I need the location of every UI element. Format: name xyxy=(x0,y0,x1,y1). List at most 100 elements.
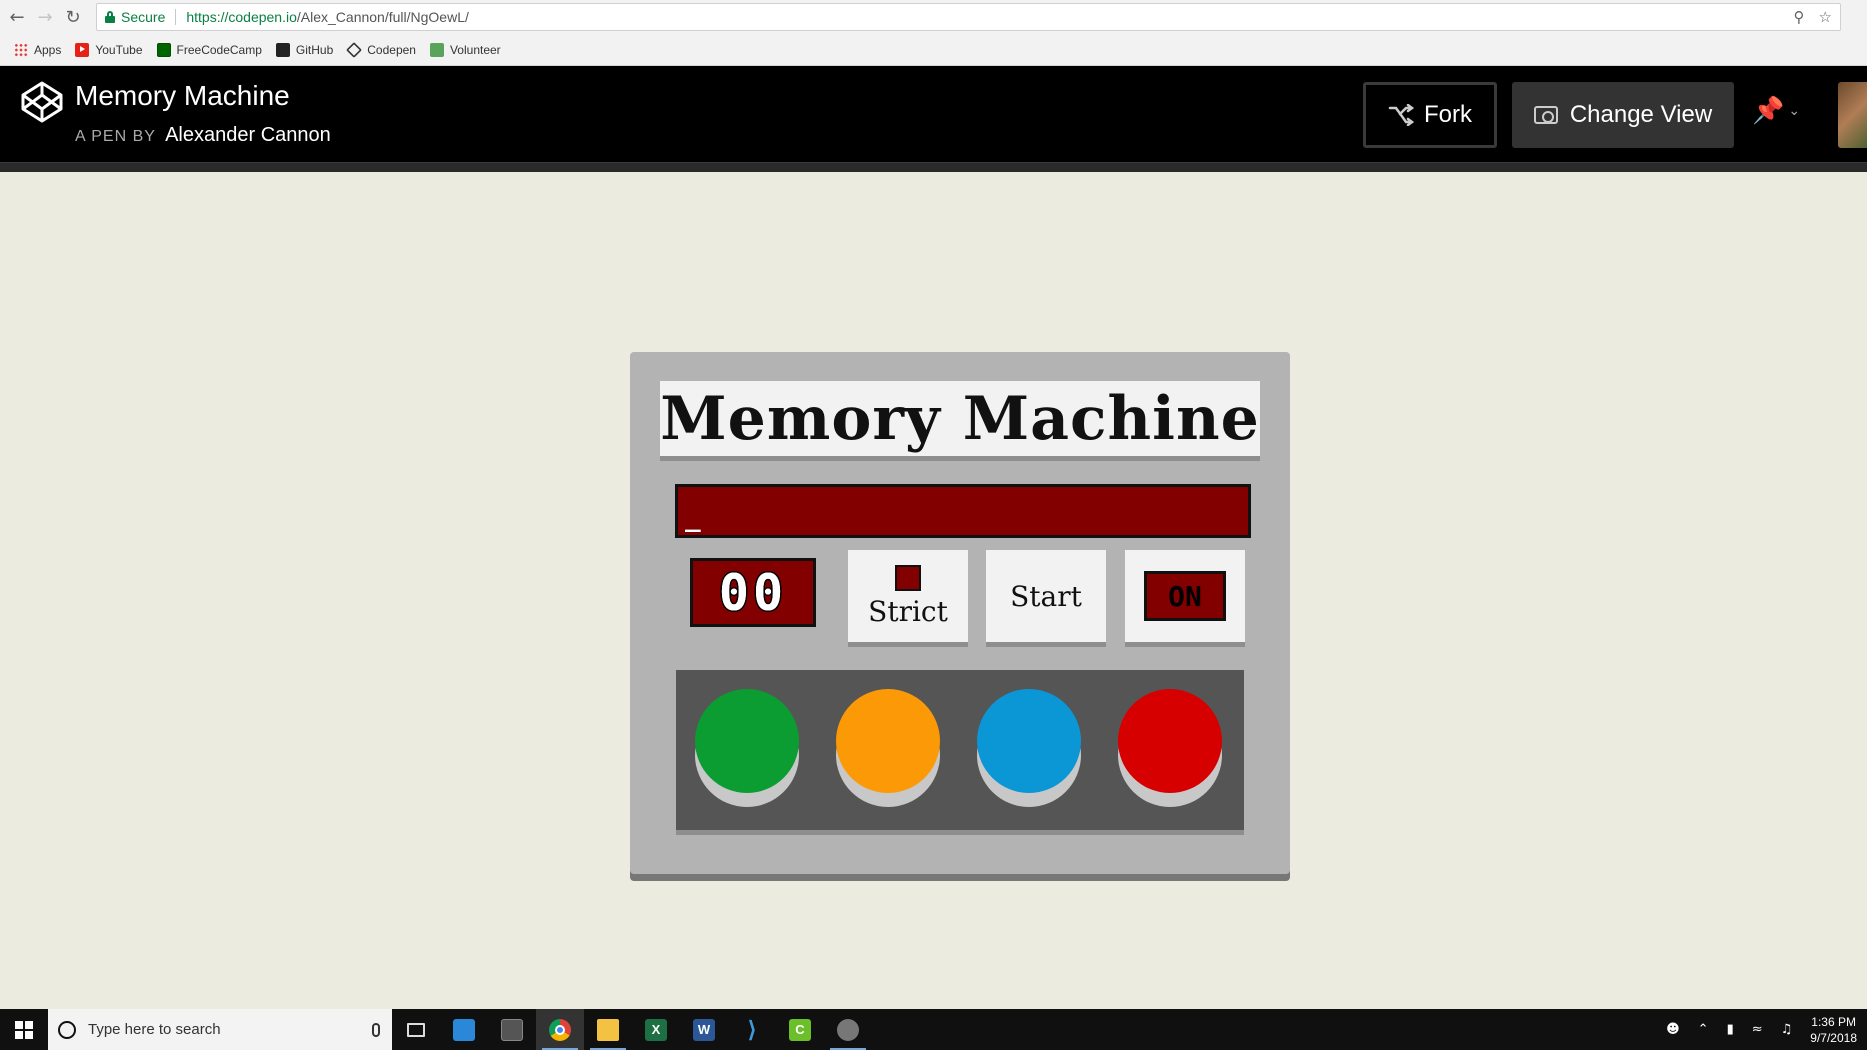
message-display: _ xyxy=(675,484,1251,538)
excel-icon: X xyxy=(645,1018,667,1041)
gimp-app[interactable] xyxy=(824,1009,872,1050)
calculator-icon xyxy=(501,1018,523,1041)
power-button[interactable]: ON xyxy=(1125,550,1245,642)
word-icon: W xyxy=(693,1018,715,1041)
microphone-icon[interactable] xyxy=(372,1022,380,1037)
bookmark-label: Apps xyxy=(34,42,62,57)
chevron-up-icon[interactable]: ⌃ xyxy=(1698,1022,1709,1037)
strict-label: Strict xyxy=(868,594,948,628)
clock-time: 1:36 PM xyxy=(1811,1014,1856,1029)
taskbar-search[interactable]: Type here to search xyxy=(48,1009,392,1050)
fork-button[interactable]: Fork xyxy=(1363,82,1497,148)
people-icon[interactable]: ☻ xyxy=(1666,1022,1680,1037)
pin-menu-button[interactable]: 📌 ⌄ xyxy=(1752,96,1800,126)
start-menu-button[interactable] xyxy=(0,1009,48,1050)
change-view-button[interactable]: Change View xyxy=(1512,82,1734,148)
bookmarks-bar: Apps YouTube FreeCodeCamp GitHub Codepen… xyxy=(0,34,1867,66)
power-indicator: ON xyxy=(1144,571,1226,621)
file-explorer-app[interactable] xyxy=(584,1009,632,1050)
vscode-app[interactable]: ⟩ xyxy=(728,1009,776,1050)
strict-button[interactable]: Strict xyxy=(848,550,968,642)
bookmark-label: FreeCodeCamp xyxy=(176,42,262,57)
codepen-icon xyxy=(346,41,363,58)
codepen-header: Memory Machine A PEN BY Alexander Cannon… xyxy=(0,66,1867,162)
bookmark-label: Codepen xyxy=(367,42,416,57)
bookmark-label: GitHub xyxy=(295,42,334,57)
byline-prefix: A PEN BY xyxy=(75,128,156,145)
strict-indicator-led xyxy=(895,564,921,591)
browser-toolbar: ← → ↻ Secure https://codepen.io/Alex_Can… xyxy=(0,0,1867,34)
system-tray: ☻ ⌃ ▮ ≈ ♫ 1:36 PM 9/7/2018 xyxy=(1666,1014,1867,1046)
word-app[interactable]: W xyxy=(680,1009,728,1050)
forward-arrow-icon[interactable]: → xyxy=(34,6,56,28)
zoom-icon[interactable]: ⚲ xyxy=(1794,8,1805,26)
bookmark-star-icon[interactable]: ☆ xyxy=(1819,8,1832,26)
gimp-icon xyxy=(837,1018,859,1041)
author-link[interactable]: Alexander Cannon xyxy=(165,124,331,146)
chrome-app[interactable] xyxy=(536,1009,584,1050)
bookmark-youtube[interactable]: YouTube xyxy=(75,42,143,57)
red-pad-button[interactable] xyxy=(1118,689,1222,793)
camtasia-app[interactable]: C xyxy=(776,1009,824,1050)
pin-icon: 📌 xyxy=(1752,96,1785,126)
bookmark-label: Volunteer xyxy=(449,42,501,57)
reload-icon[interactable]: ↻ xyxy=(62,6,84,28)
folder-icon xyxy=(597,1018,619,1041)
volume-icon[interactable]: ♫ xyxy=(1781,1022,1793,1037)
counter-value: 00 xyxy=(717,562,788,623)
address-bar[interactable]: Secure https://codepen.io/Alex_Cannon/fu… xyxy=(96,3,1841,31)
clock-date: 9/7/2018 xyxy=(1810,1030,1857,1045)
green-pad-button[interactable] xyxy=(695,689,799,793)
eye-icon xyxy=(1533,106,1558,124)
chrome-icon xyxy=(549,1018,571,1041)
chevron-down-icon: ⌄ xyxy=(1788,103,1801,119)
change-view-label: Change View xyxy=(1569,101,1713,128)
bookmark-volunteer[interactable]: Volunteer xyxy=(429,42,501,57)
search-placeholder: Type here to search xyxy=(88,1021,221,1038)
task-view-button[interactable] xyxy=(392,1009,440,1050)
start-button[interactable]: Start xyxy=(986,550,1106,642)
bookmark-freecodecamp[interactable]: FreeCodeCamp xyxy=(156,42,262,57)
bookmark-codepen[interactable]: Codepen xyxy=(346,41,416,58)
github-icon xyxy=(275,42,290,57)
url-host: https://codepen.io xyxy=(186,9,297,25)
volunteer-icon xyxy=(429,42,444,57)
display-cursor: _ xyxy=(685,503,701,533)
camtasia-icon: C xyxy=(789,1018,811,1041)
divider xyxy=(175,9,177,25)
pen-byline: A PEN BY Alexander Cannon xyxy=(75,124,331,147)
cortana-icon xyxy=(58,1020,76,1039)
start-label: Start xyxy=(1010,579,1082,613)
memory-machine-panel: Memory Machine _ 00 Strict Start ON xyxy=(630,352,1290,874)
excel-app[interactable]: X xyxy=(632,1009,680,1050)
back-arrow-icon[interactable]: ← xyxy=(6,6,28,28)
bookmark-github[interactable]: GitHub xyxy=(275,42,334,57)
avatar[interactable] xyxy=(1838,82,1867,148)
windows-logo-icon xyxy=(15,1020,33,1039)
secure-label: Secure xyxy=(121,9,166,25)
step-counter: 00 xyxy=(690,558,816,627)
store-app[interactable] xyxy=(440,1009,488,1050)
vscode-icon: ⟩ xyxy=(747,1016,757,1042)
fork-label: Fork xyxy=(1424,101,1472,128)
pen-title: Memory Machine xyxy=(75,80,290,111)
blue-pad-button[interactable] xyxy=(977,689,1081,793)
battery-icon[interactable]: ▮ xyxy=(1727,1022,1734,1037)
color-pad-tray xyxy=(676,670,1244,830)
youtube-icon xyxy=(75,42,90,57)
bookmark-label: YouTube xyxy=(95,42,143,57)
clock[interactable]: 1:36 PM 9/7/2018 xyxy=(1810,1014,1857,1046)
store-icon xyxy=(453,1018,475,1041)
codepen-logo-icon[interactable] xyxy=(20,80,64,124)
orange-pad-button[interactable] xyxy=(836,689,940,793)
bookmark-apps[interactable]: Apps xyxy=(14,42,62,57)
game-title: Memory Machine xyxy=(660,381,1260,456)
lock-icon xyxy=(105,11,115,23)
windows-taskbar: Type here to search X W ⟩ C ☻ ⌃ ▮ ≈ ♫ 1:… xyxy=(0,1009,1867,1050)
apps-grid-icon xyxy=(14,42,28,57)
calculator-app[interactable] xyxy=(488,1009,536,1050)
freecodecamp-icon xyxy=(156,42,171,57)
wifi-icon[interactable]: ≈ xyxy=(1752,1022,1763,1037)
header-divider xyxy=(0,162,1867,172)
url-path: /Alex_Cannon/full/NgOewL/ xyxy=(296,9,469,25)
